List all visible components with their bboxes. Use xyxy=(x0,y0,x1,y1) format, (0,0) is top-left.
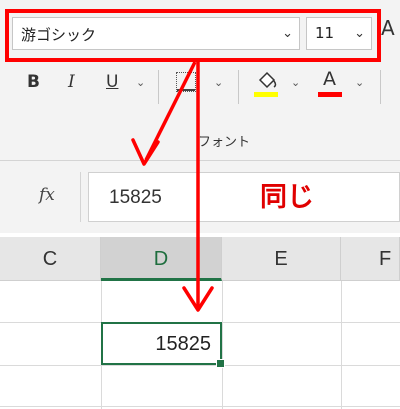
grow-font-button[interactable]: A xyxy=(381,16,395,40)
divider xyxy=(380,70,381,104)
fill-color-button[interactable] xyxy=(254,68,280,98)
row-line xyxy=(0,365,400,366)
annotation-label: 同じ xyxy=(260,182,314,213)
cell-value: 15825 xyxy=(155,333,211,355)
font-size-dropdown[interactable]: 11 ⌄ xyxy=(306,17,372,50)
font-color-button[interactable]: A xyxy=(318,68,344,100)
chevron-down-icon[interactable]: ⌄ xyxy=(136,76,145,89)
column-line xyxy=(222,281,223,409)
bold-button[interactable]: B xyxy=(27,72,40,92)
column-header-c[interactable]: C xyxy=(0,237,101,281)
column-label: C xyxy=(42,248,58,270)
active-cell[interactable]: 15825 xyxy=(101,322,225,368)
divider xyxy=(238,70,239,104)
italic-button[interactable]: I xyxy=(68,72,75,92)
underline-button[interactable]: U xyxy=(106,72,118,92)
ribbon-font-group: 游ゴシック ⌄ 11 ⌄ A B I U ⌄ ⌄ ⌄ A ⌄ フォント xyxy=(0,0,400,160)
font-color-swatch xyxy=(318,92,342,97)
chevron-down-icon[interactable]: ⌄ xyxy=(214,76,223,89)
chevron-down-icon[interactable]: ⌄ xyxy=(291,76,300,89)
formula-input[interactable]: 15825 xyxy=(88,172,400,222)
font-color-glyph: A xyxy=(323,68,336,90)
font-name-value: 游ゴシック xyxy=(21,26,97,44)
column-label: D xyxy=(153,248,169,270)
row-line xyxy=(0,406,400,407)
divider xyxy=(80,172,81,222)
font-name-dropdown[interactable]: 游ゴシック ⌄ xyxy=(12,17,300,50)
insert-function-button[interactable]: fx xyxy=(39,185,55,205)
column-header-d[interactable]: D xyxy=(101,237,222,281)
column-label: E xyxy=(274,248,288,270)
chevron-down-icon[interactable]: ⌄ xyxy=(282,26,293,41)
group-label: フォント xyxy=(198,135,251,150)
column-header-f[interactable]: F xyxy=(341,237,400,281)
chevron-down-icon[interactable]: ⌄ xyxy=(355,76,364,89)
border-line xyxy=(177,89,195,91)
fill-handle[interactable] xyxy=(216,359,225,368)
font-size-value: 11 xyxy=(315,24,335,42)
formula-value: 15825 xyxy=(109,187,162,208)
chevron-down-icon[interactable]: ⌄ xyxy=(354,26,365,41)
column-line xyxy=(341,281,342,409)
column-header-e[interactable]: E xyxy=(222,237,341,281)
divider xyxy=(158,70,159,104)
fill-color-swatch xyxy=(254,92,278,97)
borders-button[interactable] xyxy=(176,72,196,92)
column-label: F xyxy=(379,248,392,270)
